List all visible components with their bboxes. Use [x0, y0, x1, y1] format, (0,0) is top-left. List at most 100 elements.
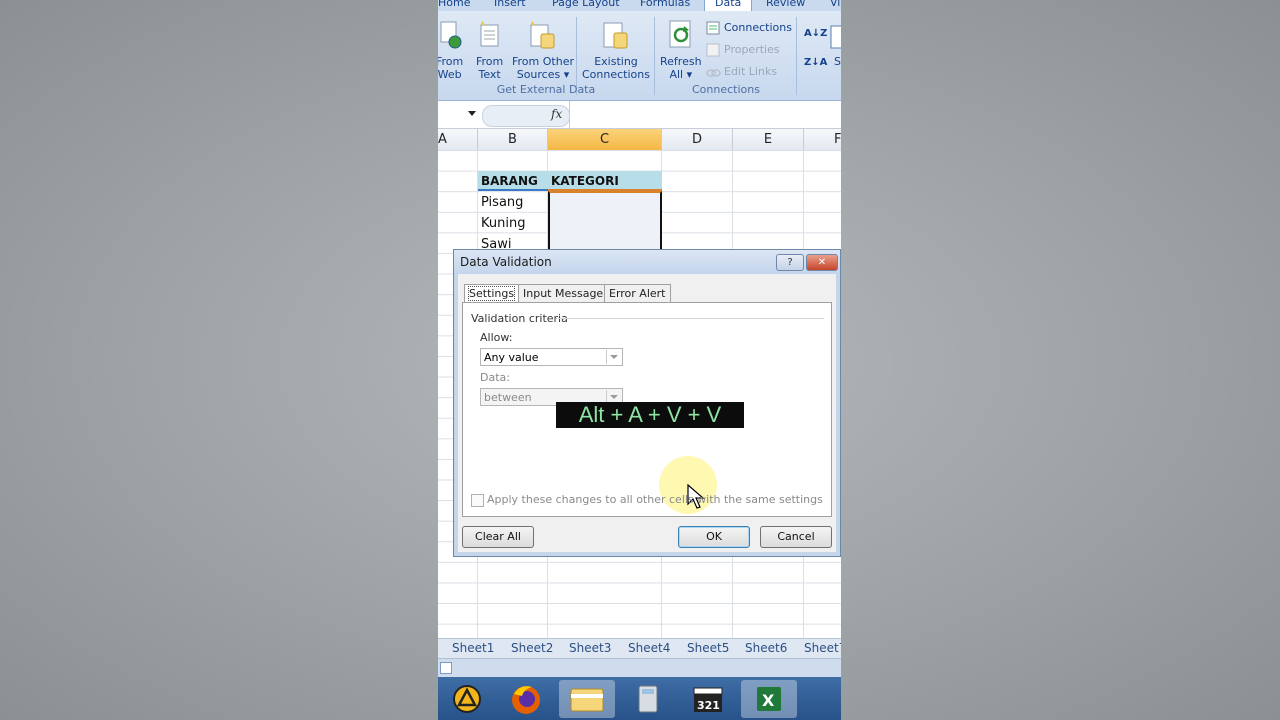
insert-function-icon[interactable]: fx — [551, 107, 562, 121]
apply-to-all-checkbox[interactable] — [471, 494, 484, 507]
connections-button[interactable]: Connections — [724, 21, 792, 34]
allow-select[interactable]: Any value — [480, 348, 623, 366]
ribbon-separator — [654, 17, 655, 95]
dialog-title-bar[interactable]: Data Validation ? ✕ — [454, 250, 840, 274]
dialog-title: Data Validation — [460, 255, 552, 269]
data-validation-dialog: Data Validation ? ✕ Settings Input Messa… — [453, 249, 841, 557]
refresh-all-label-2: All ▾ — [669, 68, 693, 81]
tab-settings[interactable]: Settings — [464, 284, 520, 303]
tab-view[interactable]: Vi — [830, 0, 840, 9]
name-box-dropdown-icon[interactable] — [468, 111, 476, 116]
tab-input-message[interactable]: Input Message — [518, 284, 609, 303]
excel-icon[interactable]: X — [741, 680, 797, 718]
sort-a-to-z-button[interactable]: A↓Z — [804, 27, 827, 40]
sheet-tab-7[interactable]: Sheet7 — [804, 641, 841, 655]
properties-icon — [706, 42, 721, 61]
from-text-button[interactable]: From Text — [476, 55, 503, 81]
refresh-icon — [668, 19, 696, 55]
validation-criteria-label: Validation criteria — [471, 312, 568, 325]
existing-connections-button[interactable]: Existing Connections — [582, 55, 650, 81]
column-header-f[interactable]: F — [804, 129, 841, 150]
media-player-icon[interactable]: 321 — [680, 680, 736, 718]
help-button[interactable]: ? — [776, 254, 804, 271]
status-bar — [438, 658, 841, 678]
close-button[interactable]: ✕ — [806, 254, 838, 271]
tab-home[interactable]: Home — [438, 0, 470, 9]
edit-links-button[interactable]: Edit Links — [724, 65, 777, 78]
tab-formulas[interactable]: Formulas — [640, 0, 690, 9]
from-other-sources-label-1: From Other — [512, 55, 574, 68]
tab-review[interactable]: Review — [766, 0, 805, 9]
cancel-button[interactable]: Cancel — [760, 526, 832, 548]
from-text-icon — [478, 21, 504, 53]
sheet-tab-4[interactable]: Sheet4 — [628, 641, 670, 655]
settings-panel: Validation criteria Allow: Any value Dat… — [462, 302, 832, 517]
macro-record-icon[interactable] — [440, 662, 452, 674]
clear-all-button[interactable]: Clear All — [462, 526, 534, 548]
from-text-label-2: Text — [478, 68, 501, 81]
column-headers: A B C D E F — [438, 129, 841, 151]
from-web-button[interactable]: From Web — [438, 55, 463, 81]
existing-connections-icon — [602, 21, 630, 55]
cell-header-kategori[interactable]: KATEGORI — [548, 171, 662, 191]
cell-row-2[interactable]: Kuning — [481, 216, 525, 231]
apply-to-all-label: Apply these changes to all other cells w… — [487, 493, 823, 506]
tab-settings-label: Settings — [467, 286, 516, 301]
allow-value: Any value — [484, 351, 539, 364]
from-other-sources-button[interactable]: From Other Sources ▾ — [512, 55, 574, 81]
keyboard-shortcut-overlay: Alt + A + V + V — [556, 402, 744, 428]
tab-error-alert[interactable]: Error Alert — [604, 284, 671, 303]
ok-button[interactable]: OK — [678, 526, 750, 548]
sort-z-to-a-button[interactable]: Z↓A — [804, 56, 827, 69]
sheet-tab-1[interactable]: Sheet1 — [452, 641, 494, 655]
refresh-all-label-1: Refresh — [660, 55, 702, 68]
taskbar: 321 X — [438, 677, 841, 720]
data-value: between — [484, 391, 532, 404]
screen: Home Insert Page Layout Formulas Data Re… — [438, 0, 841, 720]
existing-connections-label-2: Connections — [582, 68, 650, 81]
ribbon: From Web From Text From Other Sources ▾ … — [438, 11, 841, 101]
svg-text:X: X — [762, 691, 775, 710]
existing-connections-label-1: Existing — [594, 55, 638, 68]
firefox-icon[interactable] — [498, 680, 554, 718]
column-header-e[interactable]: E — [733, 129, 804, 150]
calculator-icon[interactable] — [620, 680, 676, 718]
sheet-tab-3[interactable]: Sheet3 — [569, 641, 611, 655]
chevron-down-icon — [606, 350, 621, 364]
sheet-tab-6[interactable]: Sheet6 — [745, 641, 787, 655]
from-web-label-1: From — [438, 55, 464, 68]
get-external-data-group-label: Get External Data — [496, 83, 596, 96]
data-label: Data: — [480, 371, 510, 384]
tab-insert[interactable]: Insert — [494, 0, 526, 9]
edit-links-icon — [706, 64, 721, 83]
section-divider — [556, 318, 824, 319]
cell-header-barang[interactable]: BARANG — [478, 171, 548, 191]
properties-button[interactable]: Properties — [724, 43, 780, 56]
formula-bar: fx — [438, 101, 841, 129]
ribbon-separator — [796, 17, 797, 95]
from-other-sources-label-2: Sources ▾ — [516, 68, 570, 81]
formula-input[interactable] — [570, 102, 841, 127]
allow-label: Allow: — [480, 331, 513, 344]
connections-icon — [706, 20, 721, 39]
column-header-c[interactable]: C — [548, 129, 662, 150]
file-manager-icon[interactable] — [559, 680, 615, 718]
column-header-d[interactable]: D — [662, 129, 733, 150]
sort-button[interactable]: S — [834, 55, 841, 68]
sort-icon — [830, 25, 841, 53]
sheet-tab-2[interactable]: Sheet2 — [511, 641, 553, 655]
sheet-tab-5[interactable]: Sheet5 — [687, 641, 729, 655]
from-text-label-1: From — [476, 55, 504, 68]
refresh-all-button[interactable]: Refresh All ▾ — [660, 55, 702, 81]
vlc-like-app-icon[interactable] — [439, 680, 495, 718]
from-web-label-2: Web — [438, 68, 462, 81]
from-web-icon — [440, 21, 462, 53]
svg-text:321: 321 — [697, 699, 720, 712]
from-other-sources-icon — [528, 21, 558, 55]
selected-range[interactable] — [548, 191, 662, 251]
column-header-a[interactable]: A — [438, 129, 478, 150]
tab-page-layout[interactable]: Page Layout — [552, 0, 620, 9]
sheet-tabs: Sheet1 Sheet2 Sheet3 Sheet4 Sheet5 Sheet… — [438, 638, 841, 659]
cell-row-1[interactable]: Pisang — [481, 195, 523, 210]
column-header-b[interactable]: B — [478, 129, 548, 150]
